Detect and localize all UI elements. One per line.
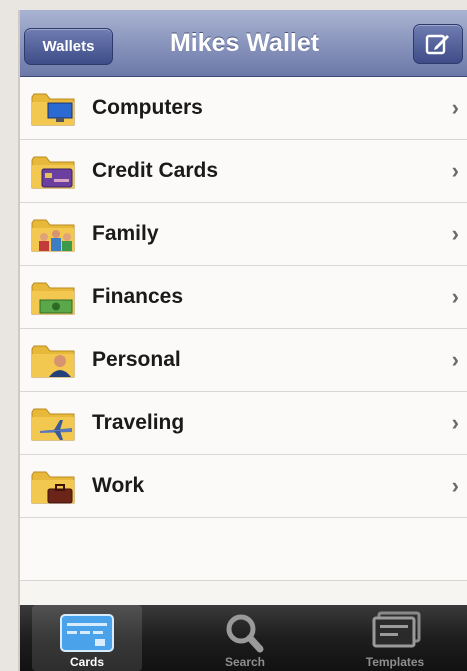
category-label: Personal <box>92 348 181 371</box>
chevron-right-icon: › <box>451 347 459 372</box>
category-label: Finances <box>92 285 184 308</box>
page-title: Mikes Wallet <box>169 29 320 57</box>
tab-label: Templates <box>365 655 425 669</box>
chevron-right-icon: › <box>451 158 459 183</box>
compose-icon <box>425 34 449 55</box>
tab-cards[interactable]: Cards <box>32 605 142 671</box>
card-icon <box>60 614 114 652</box>
category-list: Computers › Credit Cards › Family › Fina… <box>20 77 467 581</box>
category-label: Computers <box>92 96 203 119</box>
list-item-traveling[interactable]: Traveling › <box>20 392 467 455</box>
category-label: Work <box>92 474 145 497</box>
list-item-family[interactable]: Family › <box>20 203 467 266</box>
list-item-credit-cards[interactable]: Credit Cards › <box>20 140 467 203</box>
chevron-right-icon: › <box>451 221 459 246</box>
chevron-right-icon: › <box>451 473 459 498</box>
templates-icon <box>372 611 421 648</box>
list-item-work[interactable]: Work › <box>20 455 467 518</box>
list-item-finances[interactable]: Finances › <box>20 266 467 329</box>
list-item-computers[interactable]: Computers › <box>20 77 467 140</box>
money-folder-icon <box>31 282 75 315</box>
airplane-folder-icon <box>31 408 75 441</box>
credit-card-folder-icon <box>31 156 75 189</box>
person-folder-icon <box>31 345 75 378</box>
category-label: Traveling <box>92 411 185 434</box>
category-label: Family <box>92 222 159 245</box>
tab-bar: Cards Search Templates <box>20 605 467 671</box>
list-item-personal[interactable]: Personal › <box>20 329 467 392</box>
navigation-bar: Wallets Mikes Wallet <box>20 10 467 77</box>
phone-screen: Wallets Mikes Wallet Computers › Credit … <box>18 10 467 671</box>
compose-button[interactable] <box>413 24 463 64</box>
empty-list-row <box>20 518 467 581</box>
computer-folder-icon <box>31 93 75 126</box>
family-folder-icon <box>31 219 75 252</box>
search-icon <box>226 614 264 653</box>
tab-label: Cards <box>69 655 104 669</box>
chevron-right-icon: › <box>451 284 459 309</box>
briefcase-folder-icon <box>31 471 75 504</box>
tab-templates[interactable]: Templates <box>340 605 450 671</box>
tab-label: Search <box>224 655 266 669</box>
category-label: Credit Cards <box>92 159 219 182</box>
chevron-right-icon: › <box>451 410 459 435</box>
chevron-right-icon: › <box>451 95 459 120</box>
tab-search[interactable]: Search <box>190 605 300 671</box>
